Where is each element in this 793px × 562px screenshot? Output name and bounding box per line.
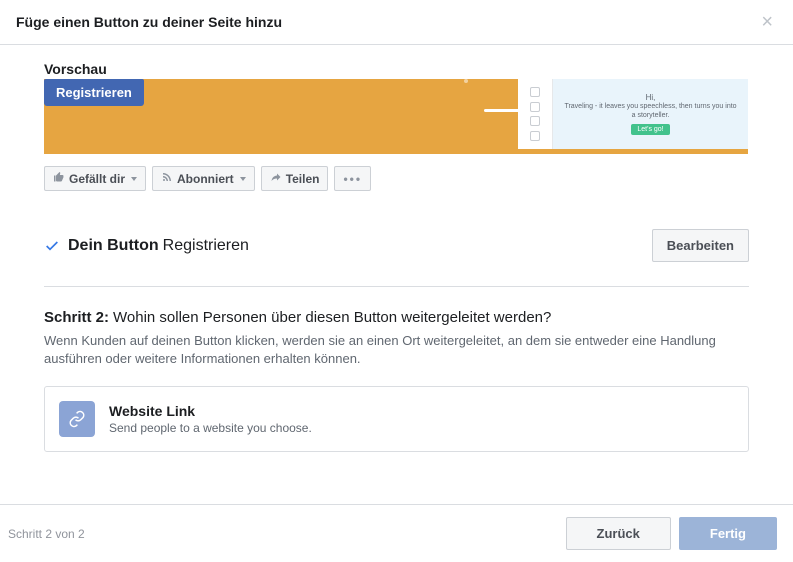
footer-buttons: Zurück Fertig (566, 517, 777, 550)
mockup-icon (530, 131, 540, 141)
chevron-down-icon (131, 177, 137, 181)
modal-header: Füge einen Button zu deiner Seite hinzu … (0, 0, 793, 45)
step-2-description: Wenn Kunden auf deinen Button klicken, w… (44, 332, 749, 368)
modal-body: Vorschau Registrieren Hi, Traveling - it… (0, 45, 793, 493)
option-title: Website Link (109, 403, 312, 419)
modal-footer: Schritt 2 von 2 Zurück Fertig (0, 504, 793, 562)
close-button[interactable]: × (757, 12, 777, 32)
check-icon (44, 238, 60, 254)
mockup-icon (530, 116, 540, 126)
mockup-button: Let's go! (631, 124, 669, 135)
step-2-title: Schritt 2:Wohin sollen Personen über die… (44, 309, 749, 326)
share-button[interactable]: Teilen (261, 166, 329, 191)
option-text: Website Link Send people to a website yo… (109, 403, 312, 435)
step-2-title-question: Wohin sollen Personen über diesen Button… (113, 309, 551, 326)
share-icon (270, 171, 282, 186)
thumbs-up-icon (53, 171, 65, 186)
preview-label: Vorschau (44, 61, 749, 77)
more-icon: ••• (343, 172, 362, 186)
cta-preview-button: Registrieren (44, 79, 144, 106)
mockup-sidebar (518, 79, 553, 149)
more-button[interactable]: ••• (334, 166, 371, 191)
share-label: Teilen (286, 172, 320, 186)
page-action-row: Gefällt dir Abonniert Teilen ••• (44, 166, 749, 191)
confirm-label: Dein Button (68, 237, 159, 254)
mockup-icon (530, 87, 540, 97)
mockup-icon (530, 102, 540, 112)
step-indicator: Schritt 2 von 2 (8, 527, 85, 541)
cover-preview: Registrieren Hi, Traveling - it leaves y… (44, 79, 749, 154)
like-label: Gefällt dir (69, 172, 125, 186)
chevron-down-icon (240, 177, 246, 181)
cover-mockup: Hi, Traveling - it leaves you speechless… (518, 79, 748, 149)
option-desc: Send people to a website you choose. (109, 421, 312, 435)
done-button[interactable]: Fertig (679, 517, 777, 550)
button-confirm-row: Dein ButtonRegistrieren Bearbeiten (44, 229, 749, 287)
step-2-title-bold: Schritt 2: (44, 309, 109, 326)
confirm-value: Registrieren (163, 237, 249, 254)
like-button[interactable]: Gefällt dir (44, 166, 146, 191)
modal-title: Füge einen Button zu deiner Seite hinzu (16, 14, 282, 30)
subscribed-button[interactable]: Abonniert (152, 166, 255, 191)
decorative-dot (464, 79, 468, 83)
link-icon (59, 401, 95, 437)
mockup-main: Hi, Traveling - it leaves you speechless… (553, 79, 748, 149)
mockup-heading: Hi, (646, 93, 656, 102)
option-website-link[interactable]: Website Link Send people to a website yo… (44, 386, 749, 452)
close-icon: × (761, 11, 773, 33)
subscribed-label: Abonniert (177, 172, 234, 186)
step-2-section: Schritt 2:Wohin sollen Personen über die… (44, 309, 749, 452)
back-button[interactable]: Zurück (566, 517, 671, 550)
edit-button[interactable]: Bearbeiten (652, 229, 749, 262)
rss-icon (161, 171, 173, 186)
mockup-tagline: Traveling - it leaves you speechless, th… (563, 103, 738, 120)
confirm-text: Dein ButtonRegistrieren (68, 237, 249, 255)
confirm-left: Dein ButtonRegistrieren (44, 237, 249, 255)
cover-image: Registrieren Hi, Traveling - it leaves y… (44, 79, 748, 154)
